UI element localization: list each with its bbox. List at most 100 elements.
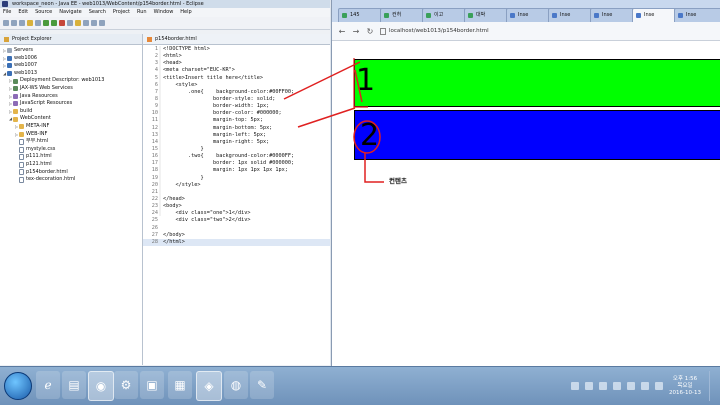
tree-item[interactable]: ▷ web1007 xyxy=(0,62,142,70)
menu-source[interactable]: Source xyxy=(35,8,52,17)
back-button[interactable]: ← xyxy=(338,27,346,36)
save-icon[interactable] xyxy=(11,20,17,26)
tool-icon[interactable]: ⚙ xyxy=(114,371,138,399)
eclipse-menubar: File Edit Source Navigate Search Project… xyxy=(0,8,330,17)
project-explorer-tab-label: Project Explorer xyxy=(12,36,52,42)
browser-tab-label: 이고 xyxy=(434,12,444,18)
tree-item[interactable]: mystyle.css xyxy=(0,146,142,154)
new-class-icon[interactable] xyxy=(83,20,89,26)
clock-time: 오후 1:56 xyxy=(672,375,698,382)
tree-item[interactable]: ▷ Servers xyxy=(0,47,142,55)
network-icon[interactable]: ◍ xyxy=(224,371,248,399)
code-area[interactable]: 1 <!DOCTYPE html> 2 <html> 3 <head> 4 <meta cha… xyxy=(143,46,330,246)
tab-favicon-icon xyxy=(384,13,389,18)
network-status-icon[interactable] xyxy=(627,382,636,390)
menu-run[interactable]: Run xyxy=(137,8,147,17)
server-icon[interactable] xyxy=(67,20,73,26)
tree-item[interactable]: ▷ Deployment Descriptor: web1013 xyxy=(0,77,142,85)
menu-edit[interactable]: Edit xyxy=(18,8,28,17)
code-line: 11 margin-top: 5px; xyxy=(143,117,330,124)
browser-tab-label: Inse xyxy=(518,12,529,18)
tree-item[interactable]: p154border.html xyxy=(0,169,142,177)
forward-button[interactable]: → xyxy=(352,27,360,36)
code-line: 16 .two{ background-color:#0000FF; xyxy=(143,153,330,160)
menu-project[interactable]: Project xyxy=(113,8,130,17)
debug-icon[interactable] xyxy=(43,20,49,26)
ie-icon[interactable]: ℯ xyxy=(36,371,60,399)
volume-icon[interactable] xyxy=(641,382,650,390)
tree-item[interactable]: ▷ Java Resources xyxy=(0,93,142,101)
clock-day: 목요일 xyxy=(677,382,693,389)
tree-item[interactable]: ▷ JavaScript Resources xyxy=(0,100,142,108)
code-text: border-style: solid; xyxy=(163,95,276,102)
tab-favicon-icon xyxy=(426,13,431,18)
clock[interactable]: 오후 1:56 목요일 2016-10-13 xyxy=(669,376,701,397)
code-text: .one{ background-color:#00FF00; xyxy=(163,88,295,95)
browser-tab[interactable]: Inse xyxy=(674,8,720,22)
show-desktop-button[interactable] xyxy=(709,371,716,401)
tree-item[interactable]: p121.html xyxy=(0,161,142,169)
tab-favicon-icon xyxy=(510,13,515,18)
window-icon[interactable]: ▣ xyxy=(140,371,164,399)
project-explorer-tab[interactable]: Project Explorer xyxy=(0,34,142,45)
tree-item[interactable]: ▷ web1006 xyxy=(0,55,142,63)
tree-item[interactable]: ▷ META-INF xyxy=(0,123,142,131)
code-text: margin-bottom: 5px; xyxy=(163,124,273,131)
flag-icon[interactable] xyxy=(655,382,664,390)
new-icon[interactable] xyxy=(3,20,9,26)
back-nav-icon[interactable] xyxy=(91,20,97,26)
file-icon xyxy=(19,176,24,183)
line-number: 5 xyxy=(154,74,158,81)
search-icon[interactable] xyxy=(35,20,41,26)
forward-nav-icon[interactable] xyxy=(99,20,105,26)
tree-item[interactable]: ▷ build xyxy=(0,108,142,116)
search-icon[interactable] xyxy=(571,382,580,390)
eclipse-taskbar-icon[interactable]: ◈ xyxy=(196,371,222,401)
tree-item[interactable]: ▷ WEB-INF xyxy=(0,131,142,139)
tree-item[interactable]: ◢ web1013 xyxy=(0,70,142,78)
new-package-icon[interactable] xyxy=(75,20,81,26)
code-text: </body> xyxy=(163,231,185,238)
run-icon[interactable] xyxy=(51,20,57,26)
address-bar: ← → ↻ localhost/web1013/p154border.html xyxy=(332,22,720,41)
url-field[interactable]: localhost/web1013/p154border.html xyxy=(380,27,489,35)
open-type-icon[interactable] xyxy=(27,20,33,26)
folder-icon[interactable]: ▤ xyxy=(62,371,86,399)
tray-app-icon[interactable] xyxy=(585,382,594,390)
menu-search[interactable]: Search xyxy=(89,8,106,17)
tray-app-icon[interactable] xyxy=(599,382,608,390)
code-line: 23 <body> xyxy=(143,203,330,210)
tree-item[interactable]: p111.html xyxy=(0,153,142,161)
code-line: 10 border-color: #000000; xyxy=(143,110,330,117)
taskbar: ℯ ▤ ◉ ⚙ ▣ ▦ ◈ ◍ ✎ 오후 1:56 목요일 2016-10-13 xyxy=(0,366,720,405)
paint-icon[interactable]: ✎ xyxy=(250,371,274,399)
annotation-content-label: 컨텐츠 xyxy=(389,177,407,185)
code-line: 1 <!DOCTYPE html> xyxy=(143,46,330,53)
stop-icon[interactable] xyxy=(59,20,65,26)
start-button[interactable] xyxy=(4,372,32,400)
tree-item[interactable]: ◢ WebContent xyxy=(0,115,142,123)
tab-favicon-icon xyxy=(636,13,641,18)
tree-item[interactable]: ▷ JAX-WS Web Services xyxy=(0,85,142,93)
menu-help[interactable]: Help xyxy=(180,8,191,17)
tray-app-icon[interactable] xyxy=(613,382,622,390)
menu-window[interactable]: Window xyxy=(154,8,174,17)
tree-item[interactable]: tex-decoration.html xyxy=(0,176,142,184)
menu-navigate[interactable]: Navigate xyxy=(59,8,81,17)
line-number: 3 xyxy=(154,60,158,67)
print-icon[interactable] xyxy=(19,20,25,26)
photos-icon[interactable]: ▦ xyxy=(168,371,192,399)
tree-item[interactable]: 부부.html xyxy=(0,138,142,146)
eclipse-titlebar: workspace_neon - Java EE - web1013/WebCo… xyxy=(0,0,330,8)
tree-item-label: web1006 xyxy=(14,54,38,61)
code-text: <head> xyxy=(163,60,182,67)
code-text: <!DOCTYPE html> xyxy=(163,46,210,52)
tree-item-label: META-INF xyxy=(26,122,50,129)
code-text: } xyxy=(163,145,204,152)
code-text: <body> xyxy=(163,203,182,210)
reload-button[interactable]: ↻ xyxy=(366,27,374,36)
editor-tab[interactable]: p154border.html xyxy=(143,34,330,45)
chrome-icon[interactable]: ◉ xyxy=(88,371,114,401)
tree-item-label: build xyxy=(20,107,33,114)
menu-file[interactable]: File xyxy=(3,8,11,17)
